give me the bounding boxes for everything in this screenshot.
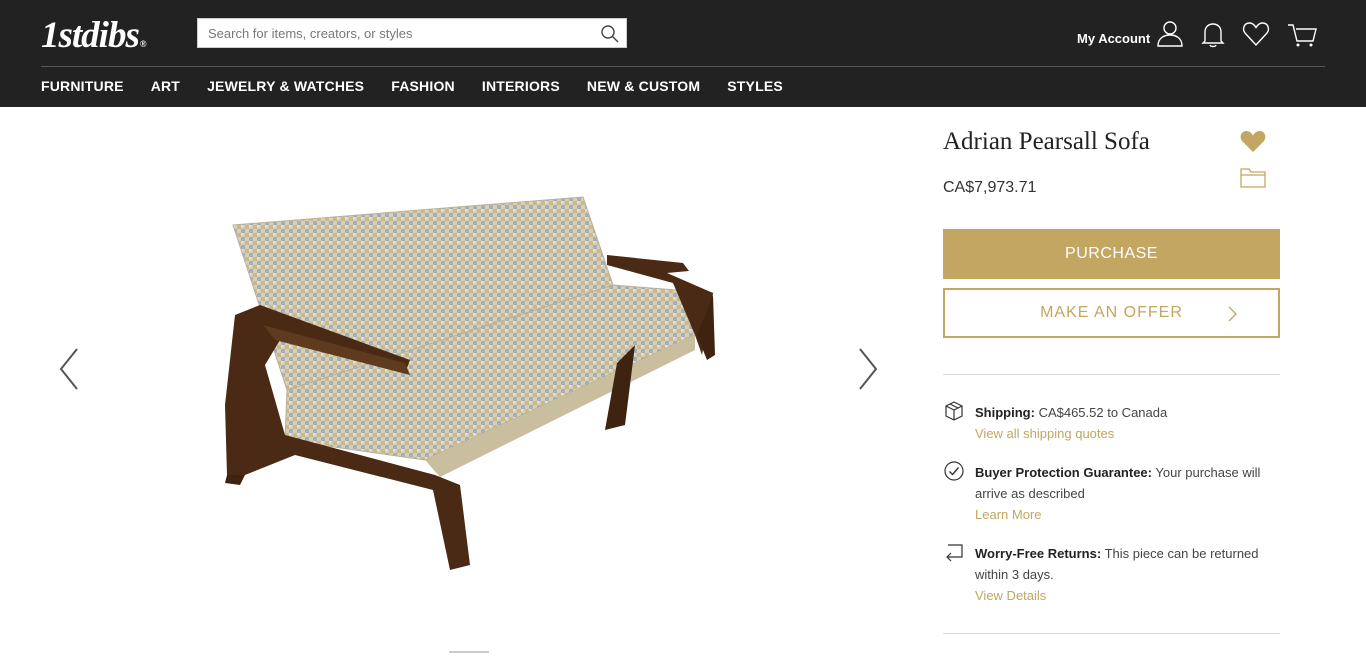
nav-jewelry-watches[interactable]: JEWELRY & WATCHES [207,78,364,94]
make-offer-button[interactable]: MAKE AN OFFER [943,288,1280,338]
site-header: 1stdibs® My Account FURNITURE ART JEWELR… [0,0,1366,107]
protection-label: Buyer Protection Guarantee: [975,465,1152,480]
bell-icon[interactable] [1198,19,1228,49]
gallery-indicator[interactable] [449,651,489,653]
shipping-text: CA$465.52 to Canada [1038,405,1168,420]
return-arrow-icon [946,544,963,562]
heart-filled-icon[interactable] [1239,128,1267,154]
check-circle-icon [944,461,964,481]
search-input[interactable] [198,19,593,47]
product-gallery [0,107,920,662]
product-title: Adrian Pearsall Sofa [943,128,1150,155]
heart-icon[interactable] [1241,19,1271,49]
nav-styles[interactable]: STYLES [727,78,783,94]
folder-icon[interactable] [1239,164,1267,190]
nav-fashion[interactable]: FASHION [391,78,455,94]
header-divider [41,66,1325,67]
nav-new-custom[interactable]: NEW & CUSTOM [587,78,700,94]
box-icon [945,401,963,421]
divider [943,374,1280,375]
divider [943,633,1280,634]
nav-interiors[interactable]: INTERIORS [482,78,560,94]
my-account-link[interactable]: My Account [1077,31,1150,46]
shipping-label: Shipping: [975,405,1035,420]
chevron-left-icon[interactable] [55,347,85,391]
cart-icon[interactable] [1287,19,1317,49]
shipping-quotes-link[interactable]: View all shipping quotes [975,423,1283,444]
product-image[interactable] [205,185,735,575]
nav-furniture[interactable]: FURNITURE [41,78,124,94]
view-details-link[interactable]: View Details [975,585,1283,606]
user-icon[interactable] [1155,19,1185,49]
learn-more-link[interactable]: Learn More [975,504,1283,525]
nav-art[interactable]: ART [151,78,180,94]
search-icon[interactable] [600,24,620,44]
product-price: CA$7,973.71 [943,179,1037,196]
chevron-right-icon [1228,306,1237,322]
make-offer-label: MAKE AN OFFER [1040,304,1183,321]
purchase-button[interactable]: PURCHASE [943,229,1280,279]
chevron-right-icon[interactable] [852,347,882,391]
search-bar [197,18,627,48]
logo-registered-mark: ® [139,39,147,49]
main-nav: FURNITURE ART JEWELRY & WATCHES FASHION … [41,78,810,94]
logo[interactable]: 1stdibs® [41,14,147,57]
returns-label: Worry-Free Returns: [975,546,1102,561]
